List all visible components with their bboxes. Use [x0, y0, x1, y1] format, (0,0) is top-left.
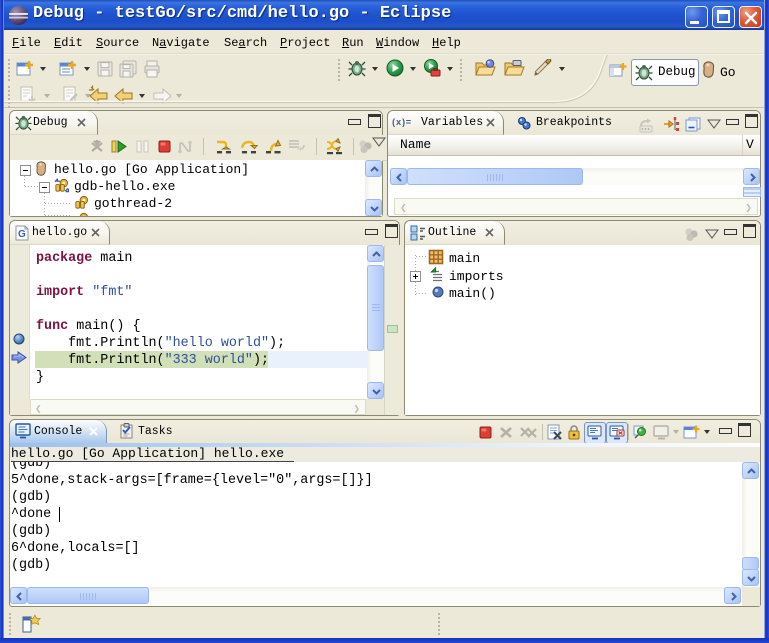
svg-text:G: G — [18, 229, 26, 240]
